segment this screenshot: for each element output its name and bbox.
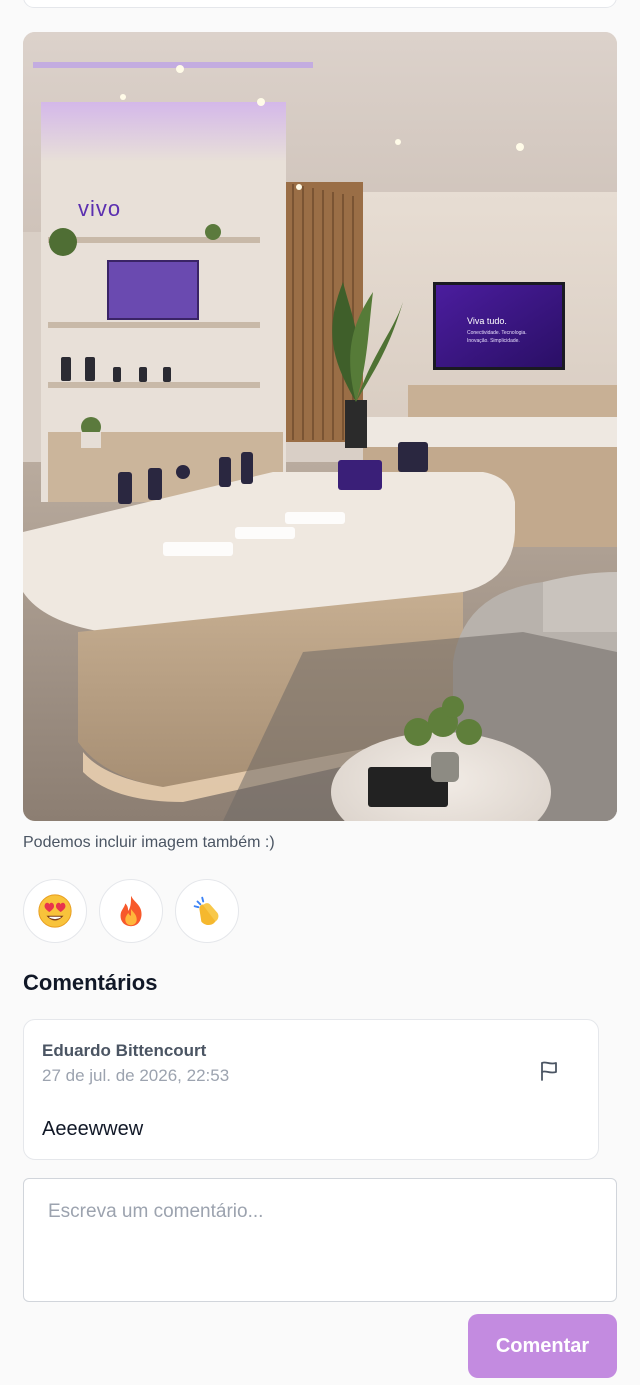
comment-timestamp: 27 de jul. de 2026, 22:53 [42, 1066, 230, 1085]
tv-subline-1: Conectividade. Tecnologia. [467, 330, 527, 336]
submit-comment-button[interactable]: Comentar [468, 1314, 617, 1378]
fire-emoji-icon [120, 895, 142, 927]
reaction-bar [23, 879, 239, 943]
comment-author: Eduardo Bittencourt [42, 1041, 207, 1060]
clapping-hands-emoji-icon [193, 896, 219, 926]
comment-item: Eduardo Bittencourt 27 de jul. de 2026, … [23, 1019, 599, 1160]
reaction-button-heart-eyes[interactable] [23, 879, 87, 943]
heart-eyes-emoji-icon [38, 894, 72, 928]
reaction-button-fire[interactable] [99, 879, 163, 943]
previous-card-edge [23, 0, 617, 8]
comment-input[interactable] [23, 1178, 617, 1302]
post-caption: Podemos incluir imagem também :) [23, 834, 275, 851]
post-detail-page: vivo Viva tudo. Conectividade. Tecnologi… [0, 0, 640, 1385]
brand-logo-text: vivo [78, 196, 121, 221]
flag-icon [541, 1061, 557, 1081]
report-comment-button[interactable] [530, 1052, 568, 1090]
comment-body: Aeeewwew [42, 1118, 144, 1140]
tv-headline: Viva tudo. [467, 316, 507, 326]
tv-subline-2: Inovação. Simplicidade. [467, 338, 520, 344]
store-scene-illustration: vivo Viva tudo. Conectividade. Tecnologi… [23, 32, 617, 821]
post-image: vivo Viva tudo. Conectividade. Tecnologi… [23, 32, 617, 821]
reaction-button-clap[interactable] [175, 879, 239, 943]
comments-section-title: Comentários [23, 970, 158, 995]
